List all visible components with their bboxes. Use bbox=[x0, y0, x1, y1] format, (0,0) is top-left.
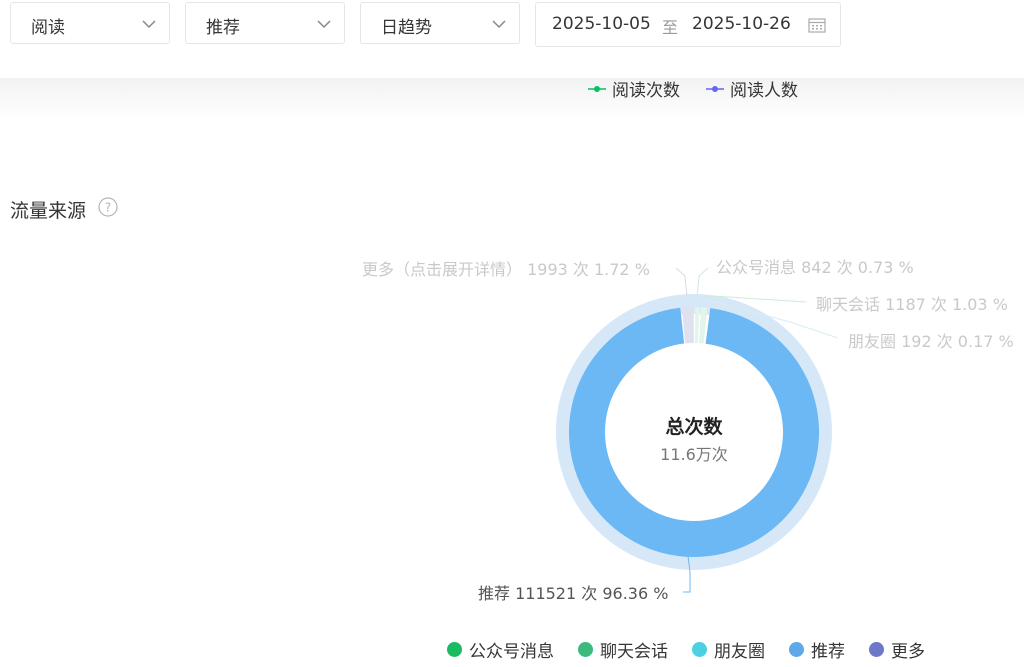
svg-text:?: ? bbox=[105, 201, 111, 215]
donut-center-value: 11.6万次 bbox=[660, 445, 728, 464]
chevron-down-icon bbox=[492, 20, 506, 29]
legend-dot-official-account bbox=[447, 642, 462, 657]
legend-dot-moments bbox=[692, 642, 707, 657]
date-end-input[interactable]: 2025-10-26 bbox=[692, 14, 791, 34]
calendar-icon[interactable] bbox=[808, 17, 826, 33]
legend-read-count-label: 阅读次数 bbox=[612, 81, 680, 101]
metric-select[interactable]: 阅读 bbox=[10, 2, 170, 44]
legend-item-chat[interactable]: 聊天会话 bbox=[578, 637, 668, 662]
line-dot-legend-icon bbox=[588, 85, 606, 92]
legend-label: 聊天会话 bbox=[600, 642, 668, 662]
metric-select-value: 阅读 bbox=[31, 18, 65, 38]
slice-label-official-account: 公众号消息 842 次 0.73 % bbox=[716, 258, 914, 277]
donut-slice-0[interactable] bbox=[694, 307, 700, 344]
leader-line-1 bbox=[696, 267, 709, 297]
trend-select-value: 日趋势 bbox=[381, 18, 432, 38]
slice-label-moments: 朋友圈 192 次 0.17 % bbox=[848, 332, 1014, 351]
donut-center-title: 总次数 bbox=[665, 416, 723, 438]
question-circle-icon[interactable]: ? bbox=[98, 197, 118, 217]
legend-item-recommend[interactable]: 推荐 bbox=[789, 637, 845, 662]
date-start-input[interactable]: 2025-10-05 bbox=[552, 14, 651, 34]
legend-label: 公众号消息 bbox=[469, 642, 554, 662]
section-title: 流量来源 bbox=[10, 200, 87, 222]
legend-label: 推荐 bbox=[811, 642, 845, 662]
date-range-picker[interactable]: 2025-10-05 至 2025-10-26 bbox=[535, 2, 841, 47]
legend-item-official-account[interactable]: 公众号消息 bbox=[447, 637, 554, 662]
trend-select[interactable]: 日趋势 bbox=[360, 2, 520, 44]
legend-read-count[interactable]: 阅读次数 bbox=[588, 76, 680, 101]
legend-label: 朋友圈 bbox=[714, 642, 765, 662]
donut-legend: 公众号消息 聊天会话 朋友圈 推荐 更多 bbox=[447, 637, 949, 662]
chevron-down-icon bbox=[317, 20, 331, 29]
legend-dot-chat bbox=[578, 642, 593, 657]
trend-chart-edge bbox=[0, 78, 1024, 120]
slice-label-more[interactable]: 更多（点击展开详情） 1993 次 1.72 % bbox=[362, 256, 650, 280]
legend-item-more[interactable]: 更多 bbox=[869, 637, 925, 662]
line-dot-legend-icon bbox=[706, 85, 724, 92]
slice-label-recommend: 推荐 111521 次 96.36 % bbox=[478, 584, 669, 603]
source-select-value: 推荐 bbox=[206, 18, 240, 38]
legend-reader-count-label: 阅读人数 bbox=[730, 81, 798, 101]
legend-dot-recommend bbox=[789, 642, 804, 657]
date-range-separator: 至 bbox=[662, 18, 679, 37]
legend-item-moments[interactable]: 朋友圈 bbox=[692, 637, 765, 662]
leader-line-0 bbox=[675, 267, 688, 297]
legend-dot-more bbox=[869, 642, 884, 657]
source-select[interactable]: 推荐 bbox=[185, 2, 345, 44]
legend-label: 更多 bbox=[891, 642, 925, 662]
slice-label-chat: 聊天会话 1187 次 1.03 % bbox=[816, 295, 1008, 314]
chevron-down-icon bbox=[142, 20, 156, 29]
legend-reader-count[interactable]: 阅读人数 bbox=[706, 76, 798, 101]
